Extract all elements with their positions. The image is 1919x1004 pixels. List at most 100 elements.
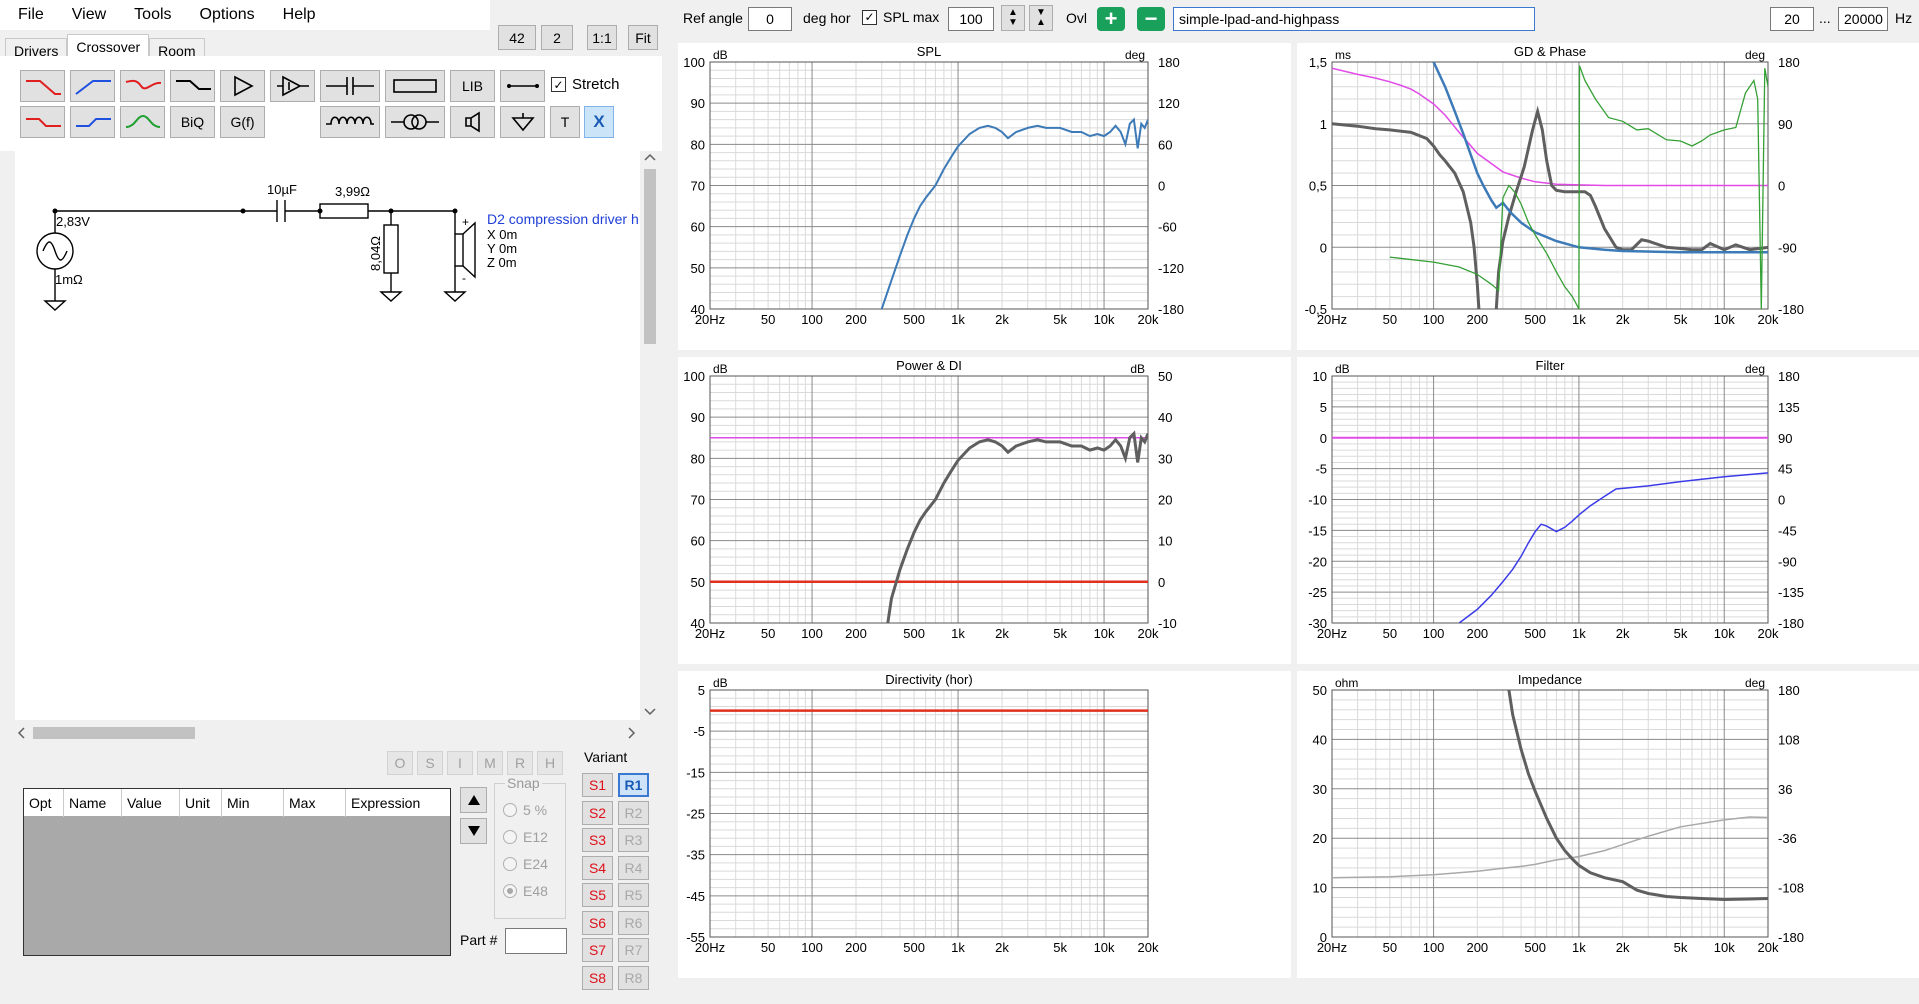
zoom-2-button[interactable]: 2 — [541, 25, 573, 50]
menu-options[interactable]: Options — [186, 6, 269, 24]
transformer-button[interactable] — [385, 106, 445, 138]
spl-max-input[interactable]: 100 — [948, 7, 994, 31]
variant-s7-button[interactable]: S7 — [582, 938, 613, 962]
schematic-vertical-scrollbar[interactable] — [640, 151, 660, 720]
shelf-button[interactable] — [170, 70, 215, 102]
wire-button[interactable] — [500, 70, 545, 102]
stretch-checkbox[interactable]: ✓ Stretch — [551, 76, 620, 93]
opt-s-button[interactable]: S — [417, 751, 443, 775]
resistor-button[interactable] — [385, 70, 445, 102]
menu-file[interactable]: File — [0, 6, 58, 24]
overlay-name-input[interactable]: simple-lpad-and-highpass — [1173, 7, 1535, 31]
spl-graph[interactable]: SPL dB deg 100 90 80 70 60 50 40 180 120 60 0 -60 -120-… — [678, 43, 1291, 350]
inductor-button[interactable] — [320, 106, 380, 138]
variant-s3-button[interactable]: S3 — [582, 828, 613, 852]
part-number-input[interactable] — [505, 928, 567, 954]
variant-s1-button[interactable]: S1 — [582, 773, 613, 797]
snap-e24-radio[interactable]: E24 — [503, 856, 548, 872]
opt-m-button[interactable]: M — [477, 751, 503, 775]
directivity-graph[interactable]: Directivity (hor) dB 5 -5 -15 -25 -35 -45 -55 20H… — [678, 671, 1291, 978]
optimizer-table[interactable]: Opt Name Value Unit Min Max Expression — [23, 788, 451, 956]
variant-s4-button[interactable]: S4 — [582, 855, 613, 880]
col-expression[interactable]: Expression — [346, 789, 450, 817]
capacitor-button[interactable] — [320, 70, 380, 102]
ref-angle-input[interactable]: 0 — [748, 7, 792, 31]
highpass-icon — [74, 80, 111, 95]
variant-s6-button[interactable]: S6 — [582, 910, 613, 935]
variant-s5-button[interactable]: S5 — [582, 883, 613, 907]
variant-r4-button[interactable]: R4 — [618, 855, 649, 880]
power-di-graph[interactable]: Power & DI dB dB 100 90 80 70 60 50 40 50 40 30 20 10 0… — [678, 357, 1291, 664]
peak-green-button[interactable] — [120, 106, 165, 138]
spl-auto-button[interactable]: ▼ ▲ — [1029, 5, 1053, 31]
lowpass2-icon — [25, 118, 61, 127]
filter-graph[interactable]: Filter dB deg 10 5 0 -5 -10 -15 -20 -25 -30 180 135 90… — [1297, 357, 1919, 664]
gd-phase-graph[interactable]: GD & Phase ms deg 1,5 1 0,5 0 -0,5 180 90 0 -90 -180… — [1297, 43, 1919, 350]
opt-h-button[interactable]: H — [537, 751, 563, 775]
ground-button[interactable] — [500, 106, 545, 138]
menu-tools[interactable]: Tools — [120, 6, 185, 24]
col-max[interactable]: Max — [284, 789, 346, 817]
snap-e48-radio[interactable]: E48 — [503, 883, 548, 899]
variant-r1-button[interactable]: R1 — [618, 773, 649, 797]
x-tick-label: 100 — [801, 940, 823, 955]
spl-spinner-button[interactable]: ▲ ▼ — [1001, 5, 1025, 31]
lowpass-red-button[interactable] — [20, 70, 65, 102]
opamp-button[interactable] — [270, 70, 315, 102]
variant-r5-button[interactable]: R5 — [618, 883, 649, 907]
move-up-button[interactable] — [460, 787, 487, 813]
remove-overlay-button[interactable]: − — [1137, 7, 1165, 31]
col-min[interactable]: Min — [222, 789, 284, 817]
variant-r2-button[interactable]: R2 — [618, 800, 649, 825]
opt-o-button[interactable]: O — [387, 751, 413, 775]
move-down-button[interactable] — [460, 818, 487, 844]
variant-r3-button[interactable]: R3 — [618, 828, 649, 852]
col-unit[interactable]: Unit — [180, 789, 222, 817]
add-overlay-button[interactable]: + — [1097, 7, 1125, 31]
schematic-horizontal-scrollbar[interactable] — [15, 723, 640, 743]
lowpass2-red-button[interactable] — [20, 106, 65, 138]
variant-s8-button[interactable]: S8 — [582, 965, 613, 990]
variant-s2-button[interactable]: S2 — [582, 800, 613, 825]
opt-r-button[interactable]: R — [507, 751, 533, 775]
right-unit-label: deg — [1745, 48, 1765, 62]
driver-name-label[interactable]: D2 compression driver h — [487, 211, 639, 227]
series-resistor-symbol[interactable] — [319, 203, 369, 219]
variant-r7-button[interactable]: R7 — [618, 938, 649, 962]
freq-max-input[interactable]: 20000 — [1838, 7, 1888, 31]
highpass-blue-button[interactable] — [70, 70, 115, 102]
col-name[interactable]: Name — [64, 789, 122, 817]
amplifier-button[interactable] — [220, 70, 265, 102]
zoom-level-button[interactable]: 42 — [498, 25, 536, 50]
menu-help[interactable]: Help — [269, 6, 330, 24]
zoom-fit-button[interactable]: Fit — [628, 25, 658, 50]
text-button[interactable]: T — [550, 106, 580, 138]
schematic-canvas[interactable]: 2,83V 1mΩ 10µF 3,99Ω 8,04Ω + - D2 compre… — [15, 151, 640, 720]
opt-i-button[interactable]: I — [447, 751, 473, 775]
variant-r6-button[interactable]: R6 — [618, 910, 649, 935]
y-tick-label: 70 — [691, 493, 705, 508]
snap-5pct-radio[interactable]: 5 % — [503, 802, 547, 818]
graphs-panel: Ref angle 0 deg hor ✓ SPL max 100 ▲ ▼ ▼ ▲ … — [662, 0, 1919, 1004]
biq-button[interactable]: BiQ — [170, 106, 215, 138]
impedance-graph[interactable]: Impedance ohm deg 50 40 30 20 10 0 180 108 36 -36 -10… — [1297, 671, 1919, 978]
gf-button[interactable]: G(f) — [220, 106, 265, 138]
lib-button[interactable]: LIB — [450, 70, 495, 102]
scroll-down-icon — [644, 708, 656, 716]
col-opt[interactable]: Opt — [24, 789, 64, 817]
zoom-1to1-button[interactable]: 1:1 — [587, 25, 617, 50]
y-tick-label: 100 — [683, 369, 705, 384]
x-button[interactable]: X — [584, 106, 614, 138]
snap-e12-radio[interactable]: E12 — [503, 829, 548, 845]
freq-min-input[interactable]: 20 — [1770, 7, 1814, 31]
menu-view[interactable]: View — [58, 6, 120, 24]
highpass2-blue-button[interactable] — [70, 106, 115, 138]
spl-max-checkbox[interactable]: ✓ SPL max — [862, 9, 939, 25]
driver-symbol[interactable] — [454, 233, 464, 267]
variant-r8-button[interactable]: R8 — [618, 965, 649, 990]
driver-button[interactable] — [450, 106, 495, 138]
shunt-resistor-symbol[interactable] — [383, 224, 399, 274]
col-value[interactable]: Value — [122, 789, 180, 817]
notch-icon — [125, 79, 161, 90]
notch-red-button[interactable] — [120, 70, 165, 102]
